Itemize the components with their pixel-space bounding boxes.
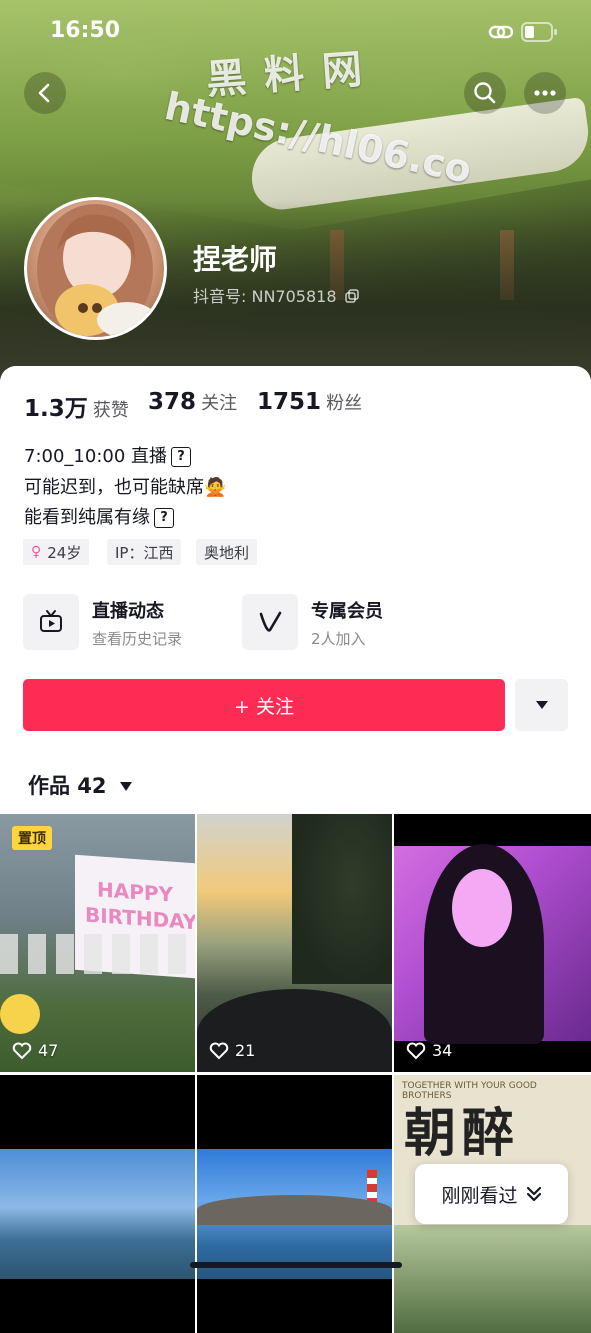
watermark-title: 黑 料 网 (204, 46, 366, 104)
like-count: 21 (209, 1041, 255, 1060)
avatar[interactable] (24, 197, 167, 340)
battery-icon (521, 22, 557, 42)
double-chevron-down-icon (526, 1186, 541, 1202)
douyin-id-text: 抖音号: NN705818 (193, 287, 337, 306)
chairs (0, 934, 195, 974)
douyin-id-row[interactable]: 抖音号: NN705818 (193, 283, 359, 307)
feature-subtitle: 查看历史记录 (92, 630, 183, 648)
question-mark-icon: ? (154, 508, 174, 528)
video-thumbnail[interactable]: 34 (394, 814, 591, 1072)
triangle-down-icon (535, 701, 548, 709)
balloon (0, 994, 40, 1034)
tag-ip: IP：江西 (107, 539, 182, 565)
heart-icon (209, 1042, 229, 1059)
tab-works[interactable]: 作品 42 (28, 770, 132, 800)
stat-following[interactable]: 378 关注 (148, 389, 237, 415)
bio-line: 7:00_10:00 直播? (24, 442, 192, 468)
status-time: 16:50 (50, 18, 121, 43)
feature-title: 专属会员 (311, 601, 383, 622)
heart-icon (406, 1042, 426, 1059)
copy-icon[interactable] (344, 289, 359, 303)
chevron-left-icon (38, 83, 50, 103)
like-count: 47 (12, 1041, 58, 1060)
stat-followers[interactable]: 1751 粉丝 (257, 389, 362, 415)
tag-age: ♀ 24岁 (23, 539, 90, 565)
link-icon (488, 25, 514, 39)
tv-icon (23, 594, 79, 650)
avatar-photo (37, 204, 157, 337)
feature-subtitle: 2人加入 (311, 630, 366, 648)
pinned-badge: 置顶 (12, 826, 52, 850)
heart-icon (12, 1042, 32, 1059)
feature-title: 直播动态 (92, 601, 164, 622)
video-thumbnail[interactable] (0, 1075, 195, 1333)
more-options-button[interactable] (524, 72, 566, 114)
question-mark-icon: ? (171, 447, 192, 467)
recommend-dropdown-button[interactable] (515, 679, 568, 731)
recently-viewed-button[interactable]: 刚刚看过 (415, 1164, 568, 1224)
home-indicator[interactable] (190, 1262, 402, 1268)
stat-likes[interactable]: 1.3万 获赞 (24, 389, 129, 423)
search-button[interactable] (464, 72, 506, 114)
status-icons (488, 22, 557, 42)
sea-view (0, 1149, 195, 1279)
like-count: 34 (406, 1041, 452, 1060)
membership-entry[interactable]: 专属会员 2人加入 (242, 593, 442, 651)
more-dots-icon (534, 90, 556, 96)
female-icon: ♀ (31, 544, 42, 560)
search-icon (474, 82, 496, 104)
bio-line: 能看到纯属有缘? (24, 503, 174, 529)
triangle-down-icon (119, 782, 132, 791)
poster-people (394, 1225, 591, 1333)
poster-title: 朝醉 (404, 1104, 521, 1164)
trees (292, 814, 392, 984)
live-history-entry[interactable]: 直播动态 查看历史记录 (23, 593, 223, 651)
v-badge-icon (242, 594, 298, 650)
rocks (197, 1195, 392, 1225)
tag-location: 奥地利 (196, 539, 258, 565)
profile-name: 捏老师 (193, 243, 278, 276)
bio-line: 可能迟到，也可能缺席🙅 (24, 477, 227, 498)
back-button[interactable] (24, 72, 66, 114)
video-thumbnail[interactable] (197, 1075, 392, 1333)
video-thumbnail[interactable]: 21 (197, 814, 392, 1072)
person-face (452, 869, 512, 947)
video-thumbnail[interactable]: HAPPY BIRTHDAY 置顶 47 (0, 814, 195, 1072)
follow-button[interactable]: + 关注 (23, 679, 505, 731)
